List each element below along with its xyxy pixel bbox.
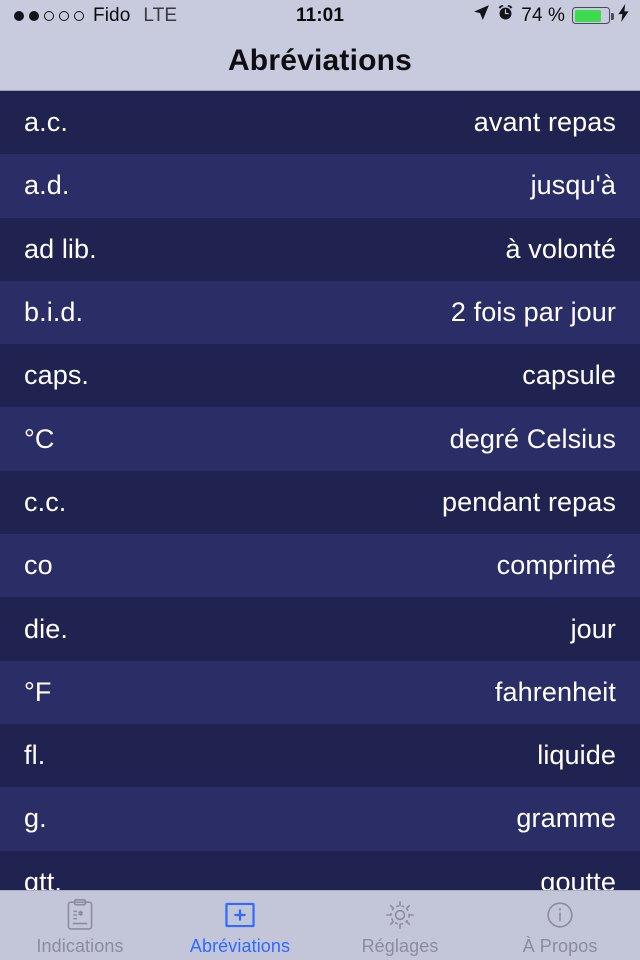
abbreviation-label: die. bbox=[24, 613, 68, 644]
battery-icon bbox=[572, 7, 614, 24]
table-row[interactable]: °C degré Celsius bbox=[0, 407, 640, 471]
abbreviation-label: fl. bbox=[24, 740, 46, 771]
meaning-label: jour bbox=[570, 613, 616, 644]
location-arrow-icon bbox=[473, 4, 490, 27]
battery-percent-label: 74 % bbox=[521, 4, 565, 26]
meaning-label: liquide bbox=[537, 740, 616, 771]
meaning-label: pendant repas bbox=[442, 486, 616, 517]
meaning-label: 2 fois par jour bbox=[450, 297, 616, 328]
tab-indications[interactable]: Indications bbox=[0, 891, 160, 960]
abbreviation-label: a.c. bbox=[24, 107, 68, 138]
page-title: Abréviations bbox=[227, 43, 413, 77]
abbreviation-label: gtt. bbox=[24, 866, 62, 890]
abbreviation-label: ad lib. bbox=[24, 233, 97, 264]
tab-propos[interactable]: À Propos bbox=[480, 891, 640, 960]
table-row[interactable]: b.i.d. 2 fois par jour bbox=[0, 280, 640, 345]
table-row[interactable]: a.d. jusqu'à bbox=[0, 154, 640, 218]
meaning-label: avant repas bbox=[473, 107, 616, 138]
meaning-label: à volonté bbox=[505, 233, 616, 264]
gear-icon bbox=[384, 898, 416, 932]
charging-bolt-icon bbox=[617, 3, 630, 28]
abbreviation-label: caps. bbox=[24, 360, 90, 391]
table-row[interactable]: °F fahrenheit bbox=[0, 660, 640, 724]
meaning-label: capsule bbox=[522, 360, 616, 391]
alarm-clock-icon bbox=[497, 4, 514, 27]
info-circle-icon bbox=[544, 898, 576, 932]
abbreviation-label: g. bbox=[24, 803, 47, 834]
abbreviation-label: a.d. bbox=[24, 170, 70, 201]
meaning-label: degré Celsius bbox=[449, 423, 616, 454]
table-row[interactable]: co comprimé bbox=[0, 534, 640, 598]
tab-label: Abréviations bbox=[189, 936, 291, 956]
table-row[interactable]: g. gramme bbox=[0, 787, 640, 851]
navigation-bar: Abréviations bbox=[0, 31, 640, 91]
table-row[interactable]: fl. liquide bbox=[0, 723, 640, 788]
meaning-label: comprimé bbox=[496, 550, 616, 581]
abbreviation-label: °C bbox=[24, 423, 55, 454]
tab-bar: Indications Abréviations Réglages À Prop… bbox=[0, 890, 640, 960]
tab-label: À Propos bbox=[522, 936, 598, 956]
table-row[interactable]: a.c. avant repas bbox=[0, 91, 640, 155]
table-row[interactable]: c.c. pendant repas bbox=[0, 470, 640, 535]
clipboard-icon bbox=[65, 898, 95, 932]
tab-label: Indications bbox=[36, 936, 124, 956]
tab-label: Réglages bbox=[361, 936, 439, 956]
tab-r-glages[interactable]: Réglages bbox=[320, 891, 480, 960]
plus-square-icon bbox=[224, 898, 256, 932]
abbreviations-list[interactable]: a.c. avant repas a.d. jusqu'à ad lib. à volon… bbox=[0, 91, 640, 890]
table-row[interactable]: gtt. goutte bbox=[0, 850, 640, 890]
app-screen: Fido LTE 11:01 74 % Abréviations a.c. av… bbox=[0, 0, 640, 960]
tab-abr-viations[interactable]: Abréviations bbox=[160, 891, 320, 960]
meaning-label: gramme bbox=[516, 803, 616, 834]
table-row[interactable]: die. jour bbox=[0, 597, 640, 661]
abbreviation-label: °F bbox=[24, 676, 52, 707]
table-row[interactable]: caps. capsule bbox=[0, 344, 640, 408]
meaning-label: goutte bbox=[540, 866, 616, 890]
abbreviation-label: b.i.d. bbox=[24, 297, 84, 328]
abbreviation-label: c.c. bbox=[24, 486, 67, 517]
meaning-label: fahrenheit bbox=[494, 676, 616, 707]
meaning-label: jusqu'à bbox=[530, 170, 616, 201]
table-row[interactable]: ad lib. à volonté bbox=[0, 217, 640, 281]
status-bar: Fido LTE 11:01 74 % bbox=[0, 0, 640, 31]
status-bar-right: 74 % bbox=[473, 3, 630, 28]
abbreviation-label: co bbox=[24, 550, 53, 581]
